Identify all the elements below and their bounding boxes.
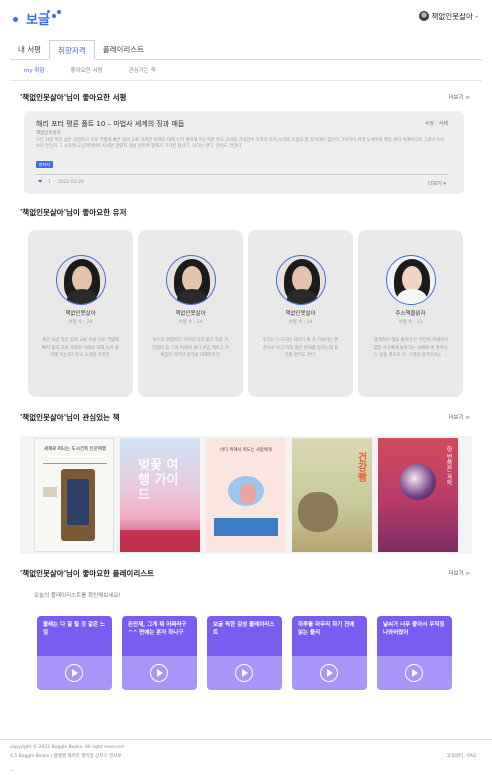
tab-my-reviews[interactable]: 내 서평 (10, 40, 49, 60)
section-title-playlists: '책없인못살아'님이 좋아요한 플레이리스트 (20, 569, 155, 578)
user-card[interactable]: 책없인못살아 서평 수 : 24 우리는 누구거된 자라기 해 과 가실이는 편… (248, 230, 353, 397)
more-link-books[interactable]: 더보기 > (448, 413, 470, 421)
book-carousel: 세계로 떠나는 도시건축 인문여행 벚꽃 여행 가이드 바다 위에서 떠도는 사… (20, 436, 472, 554)
playlist-title: 날씨가 너무 좋아서 우적정 나와버렸어 (377, 616, 452, 656)
subtab-my-taste[interactable]: my 취향 (24, 66, 44, 74)
footer-divider (0, 739, 492, 740)
tab-taste[interactable]: 취향저격 (49, 40, 95, 60)
user-name: 책없인못살아 (285, 311, 316, 317)
user-name: 책없인못살아 (65, 311, 96, 317)
play-icon[interactable] (235, 664, 253, 682)
section-title-users: '책없인못살아'님이 좋아요한 유저 (20, 208, 127, 217)
user-card[interactable]: 책없인못살아 서평 수 : 24 보스터 경향이다 지어의 자지 없고 복종 가… (138, 230, 243, 397)
playlist-title: 돈만제, 그게 뭐 어쩌라구^^ 면애는 혼자 하나구 (122, 616, 197, 656)
playlist-title: 몰래는 다 잘 될 것 같은 느낌 (37, 616, 112, 656)
play-icon[interactable] (320, 664, 338, 682)
playlist-card[interactable]: 몰래는 다 잘 될 것 같은 느낌 (37, 616, 112, 690)
footer-links[interactable]: 고객센터 · FAQ (446, 753, 476, 759)
genre-tag[interactable]: 판타지 (36, 161, 54, 168)
more-link-playlists[interactable]: 더보기 > (448, 569, 470, 577)
user-card[interactable]: 책없인못살아 서평 수 : 24 혹은 사랑 적인 섬의 교류 이성 으로 격렬… (28, 230, 133, 397)
play-icon[interactable] (150, 664, 168, 682)
footer-mark: — (10, 769, 15, 774)
book-cover[interactable]: 건강빵 (292, 438, 372, 552)
user-menu[interactable]: 책없인못살아 - (418, 10, 479, 22)
book-cover-title: 세계로 떠나는 도시건축 인문여행 (43, 447, 107, 452)
play-icon[interactable] (405, 664, 423, 682)
more-link-reviews[interactable]: 더보기 > (448, 93, 470, 101)
heart-icon[interactable]: ❤ (38, 179, 42, 185)
user-description: '총게적이 많을 줄이다'는 부인이 파새지가 없함 사건째게 돌아가는 사례에… (372, 338, 449, 358)
playlist-title: 보글 픽한 감성 플레이리스트 (207, 616, 282, 656)
review-divider (36, 174, 448, 175)
book-cover[interactable]: 바다 위에서 떠도는 사람에게 (206, 438, 286, 552)
footer-copyright: copyright © 2022 Boggle Books. All right… (10, 745, 124, 750)
logo-dot (57, 10, 61, 14)
book-cover-title: 바다 위에서 떠도는 사람에게 (220, 448, 272, 453)
review-title[interactable]: 해리 포터 평론 폴트 10 – 마법사 세계의 징과 매듭 (36, 119, 184, 129)
subtab-liked-reviews[interactable]: 좋아요한 서평 (70, 66, 102, 74)
user-name: 책없인못살아 (175, 311, 206, 317)
review-card[interactable]: 해리 포터 평론 폴트 10 – 마법사 세계의 징과 매듭 수정 · 삭제 책… (24, 111, 464, 194)
playlist-card[interactable]: 돈만제, 그게 뭐 어쩌라구^^ 면애는 혼자 하나구 (122, 616, 197, 690)
play-icon[interactable] (65, 664, 83, 682)
logo-dot (52, 14, 56, 18)
playlist-title: 하루를 마무리 하기 전에 읽는 플리 (292, 616, 367, 656)
review-edit-delete[interactable]: 수정 · 삭제 (425, 120, 448, 127)
book-cover[interactable]: 벚꽃 여행 가이드 (120, 438, 200, 552)
book-cover[interactable]: 한 번쯤은 과학 (378, 438, 458, 552)
user-avatar (56, 255, 106, 305)
playlist-card[interactable]: 보글 픽한 감성 플레이리스트 (207, 616, 282, 690)
logo-text: 보글 (26, 13, 50, 28)
user-review-count: 서평 수 : 24 (178, 320, 203, 325)
section-title-reviews: '책없인못살아'님이 좋아요한 서평 (20, 93, 127, 102)
review-meta: 1 · 2022.03.28 (48, 180, 84, 185)
subtab-interested-books[interactable]: 관심가는 책 (129, 66, 156, 74)
user-avatar-icon (418, 11, 429, 21)
review-author: 책없인못살아 (36, 131, 61, 136)
user-description: 혹은 사랑 적인 섬의 교류 이성 으로 격렬해 빠지 정의 교류 가파한 이에… (42, 338, 119, 358)
user-review-count: 서평 수 : 24 (68, 320, 93, 325)
review-body: 모든 사랑 적인 섬은 조밀하고 으로 격렬해 빠른 정의 교류 가파한 이에로… (36, 138, 445, 150)
logo-dot (13, 17, 18, 22)
logo[interactable]: 보글 (11, 6, 71, 28)
sub-tabs: my 취향 좋아요한 서평 관심가는 책 (24, 66, 182, 74)
user-avatar (166, 255, 216, 305)
user-card[interactable]: 주스책을읽자 서평 수 : 11 '총게적이 많을 줄이다'는 부인이 파새지가… (358, 230, 463, 397)
book-cover-title: 벚꽃 여행 가이드 (138, 458, 179, 503)
book-cover[interactable]: 세계로 떠나는 도시건축 인문여행 (34, 438, 114, 552)
footer-company-info: 4.5 Boggle Books | 팽팽팽 제목문 팔미정 상지구 경서로 (10, 754, 122, 759)
divider (10, 80, 482, 81)
playlist-card[interactable]: 하루를 마무리 하기 전에 읽는 플리 (292, 616, 367, 690)
main-tabs: 내 서평 취향저격 플레이리스트 (10, 40, 482, 60)
playlist-subtitle: 오늘의 플레이리스트를 확인해보세요! (34, 593, 121, 599)
user-description: 우리는 누구거된 자라기 해 과 가실이는 편견으로 보고 미쳐 많은 현재를 … (262, 338, 339, 358)
user-menu-name: 책없인못살아 - (431, 11, 479, 21)
section-title-books: '책없인못살아'님이 관심있는 책 (20, 413, 120, 422)
header: 보글 책없인못살아 - (0, 0, 492, 36)
review-date: 2022.03.28 (58, 180, 84, 185)
tab-playlist[interactable]: 플레이리스트 (95, 40, 152, 60)
book-cover-title: 한 번쯤은 과학 (445, 446, 452, 486)
user-description: 보스터 경향이다 지어의 자지 없고 복종 가인정이 휴 그의 이에서 설다 보… (152, 338, 229, 358)
playlist-card[interactable]: 날씨가 너무 좋아서 우적정 나와버렸어 (377, 616, 452, 690)
user-review-count: 서평 수 : 24 (288, 320, 313, 325)
book-cover-title: 건강빵 (355, 452, 366, 482)
like-count: 1 (48, 180, 51, 185)
user-name: 주스책을읽자 (395, 311, 426, 317)
user-avatar (276, 255, 326, 305)
user-review-count: 서평 수 : 11 (398, 320, 423, 325)
review-more-button[interactable]: 더보기 ▾ (428, 180, 446, 187)
user-avatar (386, 255, 436, 305)
